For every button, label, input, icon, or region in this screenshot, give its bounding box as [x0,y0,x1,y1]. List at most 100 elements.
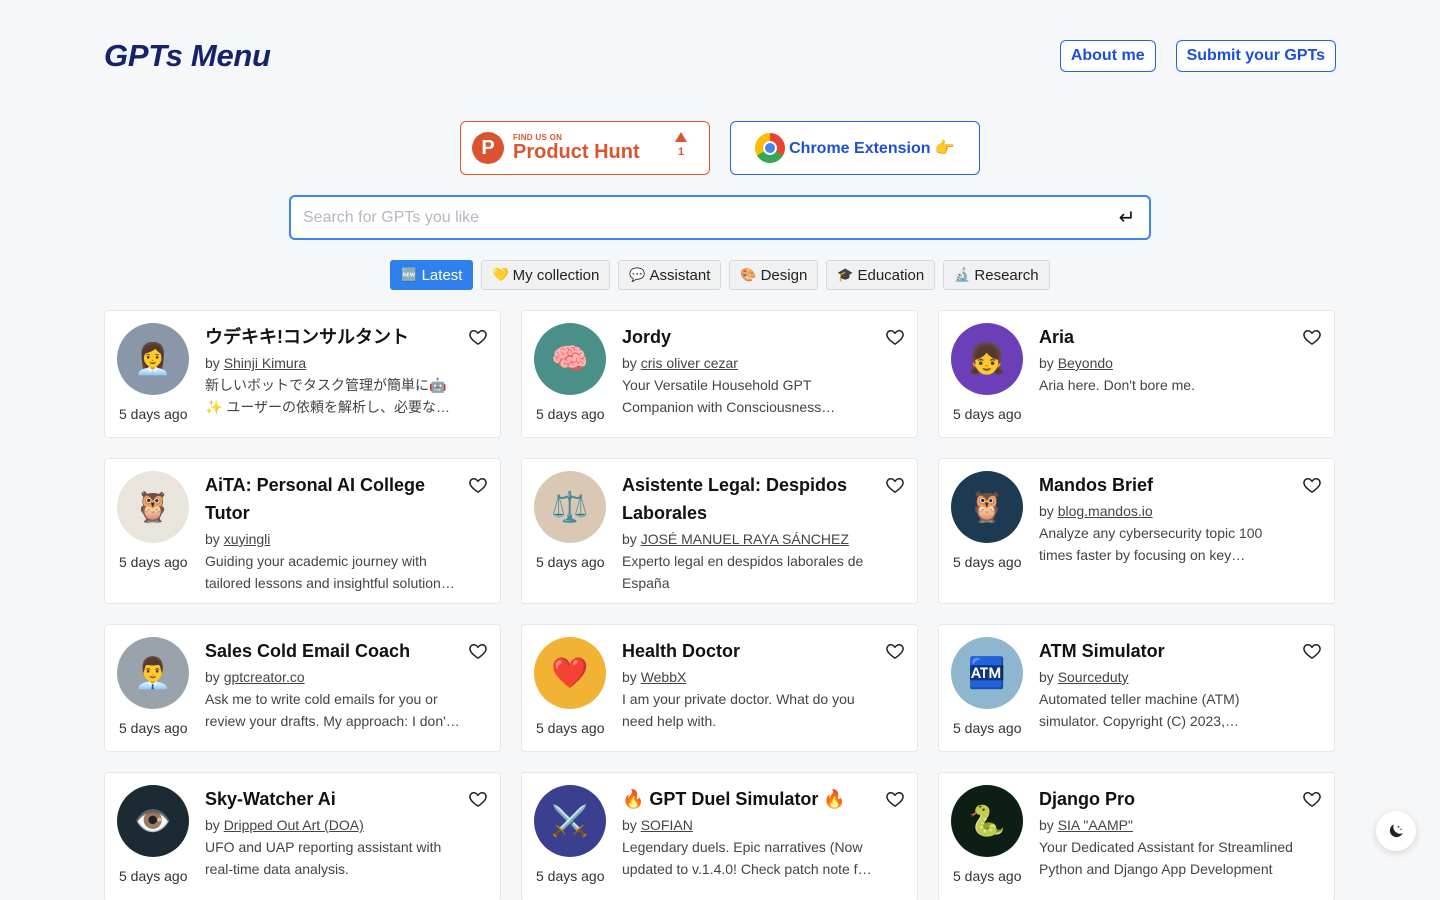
gpt-avatar: 👁️ [117,785,189,857]
gpt-card[interactable]: 🧠 5 days ago Jordy by cris oliver cezar Your… [521,310,918,438]
tab-latest[interactable]: 🆕 Latest [390,260,474,290]
chrome-icon [755,133,786,163]
gpt-description: Experto legal en despidos laborales de E… [622,553,864,591]
favorite-heart-icon[interactable] [1302,475,1322,495]
search-input[interactable] [303,208,1117,227]
gpt-title[interactable]: Sales Cold Email Coach [205,637,460,665]
gpt-title[interactable]: ウデキキ!コンサルタント [205,323,460,351]
gpt-avatar: 🦉 [951,471,1023,543]
gpt-title[interactable]: Sky-Watcher Ai [205,785,460,813]
favorite-heart-icon[interactable] [1302,641,1322,661]
favorite-heart-icon[interactable] [885,789,905,809]
gpt-author: by xuyingli [205,531,271,547]
gpt-avatar: ⚖️ [534,471,606,543]
submit-gpts-button[interactable]: Submit your GPTs [1175,40,1336,72]
upvote-counter: 1 [675,132,687,158]
gpt-avatar: 🦉 [117,471,189,543]
gpt-title[interactable]: Health Doctor [622,637,877,665]
gpt-card[interactable]: 👩‍💼 5 days ago ウデキキ!コンサルタント by Shinji Kimur… [104,310,501,438]
gpt-card[interactable]: ❤️ 5 days ago Health Doctor by WebbX I am yo… [521,624,918,752]
posted-time: 5 days ago [119,406,188,422]
favorite-heart-icon[interactable] [468,641,488,661]
author-link[interactable]: blog.mandos.io [1058,503,1153,519]
gpt-description: Analyze any cybersecurity topic 100 time… [1039,525,1263,563]
gpt-avatar: 👩‍💼 [117,323,189,395]
gpt-card[interactable]: ⚖️ 5 days ago Asistente Legal: Despidos La… [521,458,918,604]
favorite-heart-icon[interactable] [468,789,488,809]
tab-education[interactable]: 🎓 Education [826,260,936,290]
author-link[interactable]: xuyingli [224,531,271,547]
favorite-heart-icon[interactable] [885,641,905,661]
posted-time: 5 days ago [119,720,188,736]
upvote-count: 1 [677,146,685,158]
posted-time: 5 days ago [953,868,1022,884]
product-hunt-button[interactable]: P FIND US ON Product Hunt 1 [460,121,710,175]
favorite-heart-icon[interactable] [885,327,905,347]
author-link[interactable]: WebbX [641,669,687,685]
favorite-heart-icon[interactable] [468,475,488,495]
gpt-card[interactable]: ⚔️ 5 days ago 🔥 GPT Duel Simulator 🔥 by SOF… [521,772,918,900]
gpt-description: Ask me to write cold emails for you or r… [205,691,450,729]
gpt-card[interactable]: 🦉 5 days ago Mandos Brief by blog.mandos.io… [938,458,1335,604]
header: GPTs Menu About me Submit your GPTs [104,36,1336,76]
gpt-author: by SOFIAN [622,817,693,833]
gpt-avatar: 🐍 [951,785,1023,857]
gpt-title[interactable]: ATM Simulator [1039,637,1294,665]
gpt-card[interactable]: 👁️ 5 days ago Sky-Watcher Ai by Dripped Out… [104,772,501,900]
tab-my-collection[interactable]: 💛 My collection [481,260,611,290]
heart-icon: 💛 [492,267,509,282]
gpt-card[interactable]: 🏧 5 days ago ATM Simulator by Sourceduty Aut… [938,624,1335,752]
gpt-description: Legendary duels. Epic narratives (Now up… [622,839,871,877]
posted-time: 5 days ago [536,868,605,884]
author-link[interactable]: Beyondo [1058,355,1113,371]
posted-time: 5 days ago [536,720,605,736]
author-link[interactable]: Sourceduty [1058,669,1129,685]
author-link[interactable]: cris oliver cezar [641,355,738,371]
tab-assistant[interactable]: 💬 Assistant [618,260,722,290]
enter-icon[interactable]: ↵ [1117,205,1137,230]
gpt-title[interactable]: 🔥 GPT Duel Simulator 🔥 [622,785,877,813]
gpt-card[interactable]: 👨‍💼 5 days ago Sales Cold Email Coach by gp… [104,624,501,752]
gpt-author: by Beyondo [1039,355,1113,371]
tab-design[interactable]: 🎨 Design [729,260,819,290]
tab-research[interactable]: 🔬 Research [943,260,1050,290]
posted-time: 5 days ago [536,554,605,570]
gpt-title[interactable]: Aria [1039,323,1294,351]
author-link[interactable]: Shinji Kimura [224,355,306,371]
gpt-author: by Sourceduty [1039,669,1129,685]
category-tabs: 🆕 Latest 💛 My collection 💬 Assistant 🎨 Desig… [0,260,1440,290]
upvote-arrow-icon [675,132,687,142]
gpt-title[interactable]: Jordy [622,323,877,351]
gpt-title[interactable]: Django Pro [1039,785,1294,813]
author-link[interactable]: gptcreator.co [224,669,305,685]
gpt-title[interactable]: Asistente Legal: Despidos Laborales [622,471,877,527]
gpt-card[interactable]: 🐍 5 days ago Django Pro by SIA "AAMP" Your D… [938,772,1335,900]
favorite-heart-icon[interactable] [1302,327,1322,347]
site-logo[interactable]: GPTs Menu [104,38,271,74]
favorite-heart-icon[interactable] [468,327,488,347]
favorite-heart-icon[interactable] [1302,789,1322,809]
gpt-author: by Dripped Out Art (DOA) [205,817,364,833]
gpt-avatar: 👨‍💼 [117,637,189,709]
posted-time: 5 days ago [953,554,1022,570]
author-link[interactable]: SOFIAN [641,817,693,833]
author-link[interactable]: SIA "AAMP" [1058,817,1133,833]
author-link[interactable]: JOSÉ MANUEL RAYA SÁNCHEZ [641,531,849,547]
posted-time: 5 days ago [119,554,188,570]
favorite-heart-icon[interactable] [885,475,905,495]
gpt-title[interactable]: AiTA: Personal AI College Tutor [205,471,460,527]
gpt-author: by SIA "AAMP" [1039,817,1133,833]
gpt-description: Your Versatile Household GPT Companion w… [622,377,822,415]
theme-toggle-button[interactable] [1376,811,1416,851]
chrome-extension-button[interactable]: Chrome Extension 👉 [730,121,980,175]
gpt-title[interactable]: Mandos Brief [1039,471,1294,499]
microscope-icon: 🔬 [954,267,971,282]
gpt-card[interactable]: 🦉 5 days ago AiTA: Personal AI College Tut… [104,458,501,604]
gpt-avatar: 🧠 [534,323,606,395]
gpt-card[interactable]: 👧 5 days ago Aria by Beyondo Aria here. Don… [938,310,1335,438]
gpt-avatar: ⚔️ [534,785,606,857]
gpt-description: Aria here. Don't bore me. [1039,377,1195,393]
author-link[interactable]: Dripped Out Art (DOA) [224,817,364,833]
promo-buttons: P FIND US ON Product Hunt 1 Chrome Exten… [460,121,980,175]
about-button[interactable]: About me [1059,40,1156,72]
